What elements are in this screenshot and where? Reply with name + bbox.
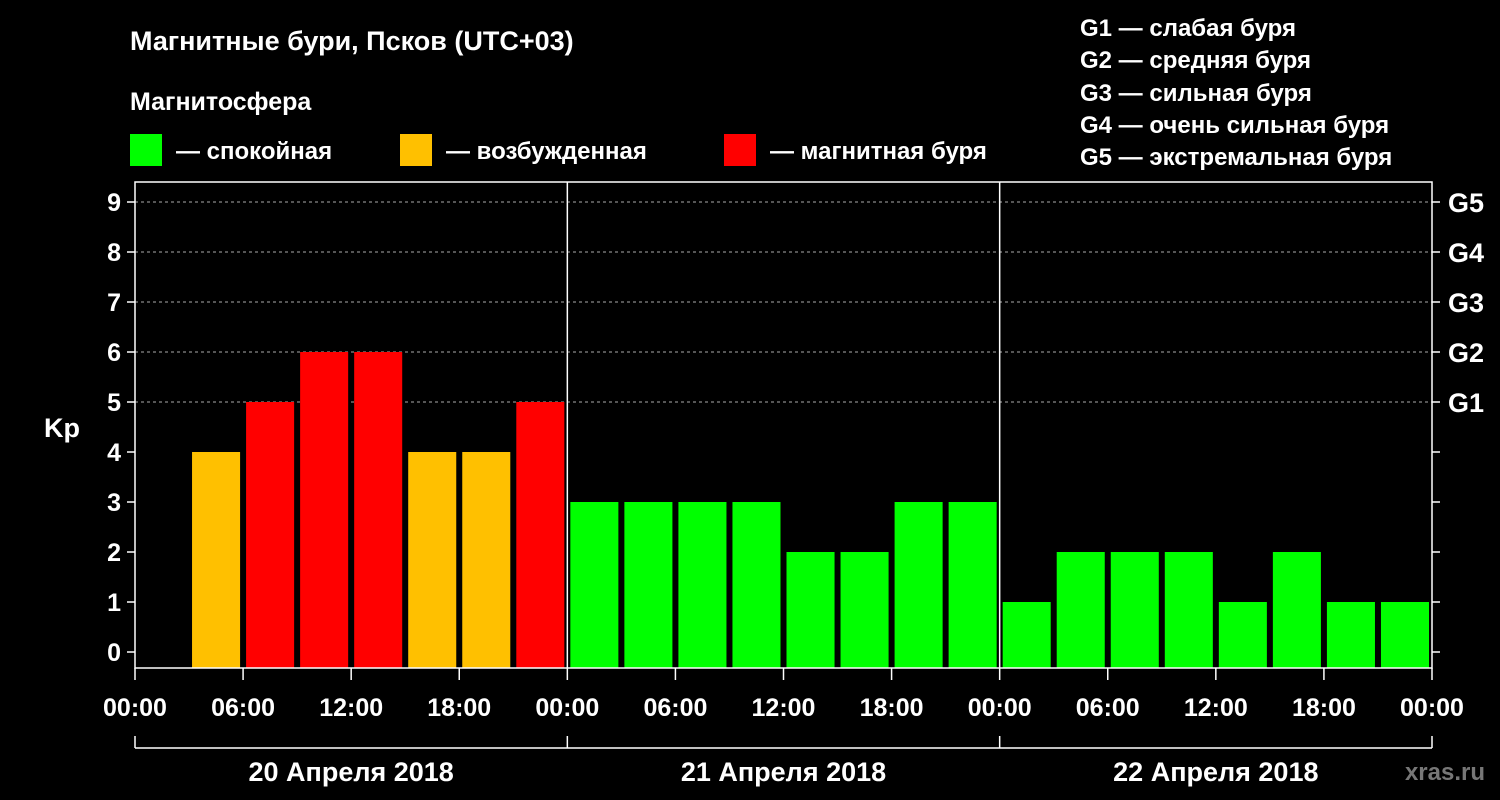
y-tick-label-0: 0 [107,639,121,667]
bar-2 [246,402,295,668]
y-tick-label-1: 1 [107,589,121,617]
y-tick-label-3: 3 [107,489,121,517]
bar-7 [516,402,565,668]
x-tick-label-9: 06:00 [1076,694,1140,722]
y-tick-label-7: 7 [107,289,121,317]
x-tick-label-0: 00:00 [103,694,167,722]
y-tick-label-8: 8 [107,239,121,267]
x-tick-label-2: 12:00 [319,694,383,722]
y-axis-label: Kp [44,413,80,443]
bar-17 [1056,552,1105,668]
bar-5 [408,452,457,668]
y-tick-label-2: 2 [107,539,121,567]
bar-14 [894,502,943,668]
g-scale-g2: G2 — средняя буря [1080,47,1311,74]
x-tick-label-4: 00:00 [535,694,599,722]
x-tick-label-6: 12:00 [752,694,816,722]
bar-19 [1164,552,1213,668]
y-tick-label-9: 9 [107,189,121,217]
watermark: xras.ru [1405,759,1485,786]
bar-9 [624,502,673,668]
bar-11 [732,502,781,668]
g-scale-g1: G1 — слабая буря [1080,15,1296,42]
g-scale-g5: G5 — экстремальная буря [1080,144,1392,171]
legend-swatch-quiet [130,134,162,166]
bar-20 [1218,602,1267,668]
day-label-0: 20 Апреля 2018 [249,757,454,787]
x-tick-label-5: 06:00 [643,694,707,722]
bar-21 [1272,552,1321,668]
g-scale-g4: G4 — очень сильная буря [1080,112,1389,139]
bar-6 [462,452,511,668]
g-level-label-g4: G4 [1448,238,1484,268]
x-tick-label-11: 18:00 [1292,694,1356,722]
bar-10 [678,502,727,668]
legend-title: Магнитосфера [130,88,312,116]
bar-13 [840,552,889,668]
bar-22 [1326,602,1375,668]
kp-chart: Магнитные бури, Псков (UTC+03) Магнитосф… [44,15,1485,787]
bar-3 [300,352,349,668]
x-tick-label-7: 18:00 [860,694,924,722]
bar-18 [1110,552,1159,668]
bar-12 [786,552,835,668]
bar-16 [1002,602,1051,668]
legend-label-storm: — магнитная буря [770,138,987,165]
x-tick-label-10: 12:00 [1184,694,1248,722]
legend-label-quiet: — спокойная [176,138,332,165]
bar-1 [192,452,241,668]
g-level-label-g1: G1 [1448,388,1484,418]
bar-4 [354,352,403,668]
x-tick-label-1: 06:00 [211,694,275,722]
legend-label-excited: — возбужденная [446,138,647,165]
bar-23 [1380,602,1429,668]
chart-title: Магнитные бури, Псков (UTC+03) [130,26,574,56]
bar-15 [948,502,997,668]
y-tick-label-4: 4 [107,439,121,467]
g-level-label-g5: G5 [1448,188,1484,218]
day-label-2: 22 Апреля 2018 [1113,757,1318,787]
bar-8 [570,502,619,668]
y-tick-label-5: 5 [107,389,121,417]
legend-swatch-excited [400,134,432,166]
legend-swatch-storm [724,134,756,166]
g-scale-g3: G3 — сильная буря [1080,80,1312,107]
x-tick-label-12: 00:00 [1400,694,1464,722]
g-level-label-g2: G2 [1448,338,1484,368]
g-level-label-g3: G3 [1448,288,1484,318]
x-tick-label-8: 00:00 [968,694,1032,722]
x-tick-label-3: 18:00 [427,694,491,722]
day-label-1: 21 Апреля 2018 [681,757,886,787]
y-tick-label-6: 6 [107,339,121,367]
